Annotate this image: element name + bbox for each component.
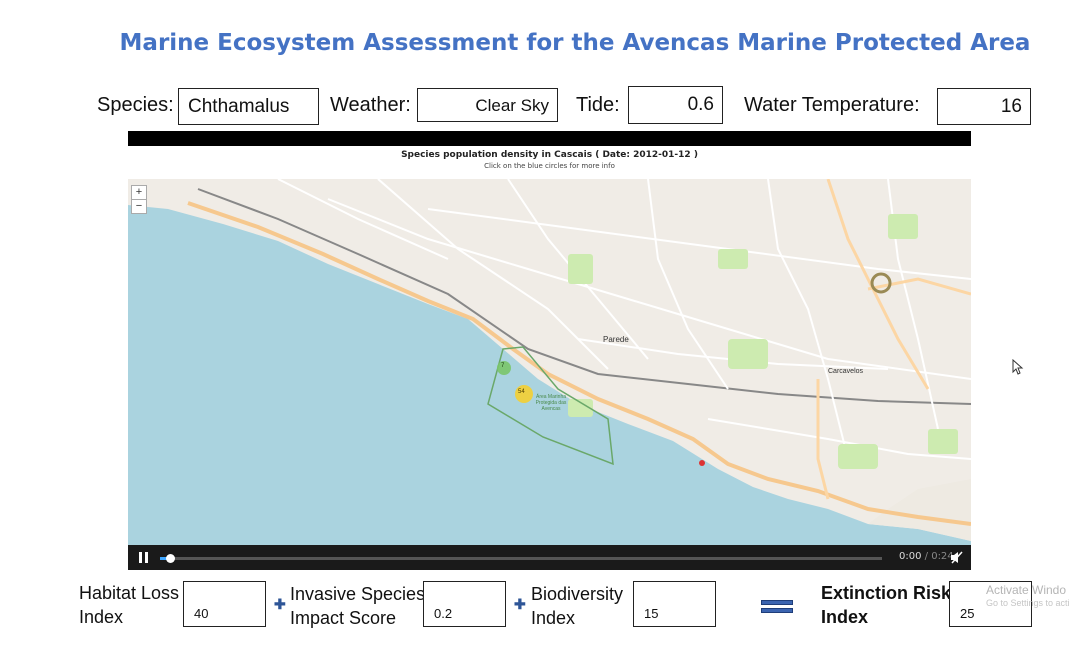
invasive-label-line2: Impact Score (290, 608, 397, 628)
poi-marker (699, 460, 705, 466)
species-field[interactable]: Chthamalus (178, 88, 319, 125)
water-temperature-field[interactable]: 16 (937, 88, 1031, 125)
biodiversity-label-line2: Index (531, 608, 576, 628)
tide-field[interactable]: 0.6 (628, 86, 723, 124)
water-temperature-label: Water Temperature: (744, 94, 920, 116)
extinction-label-line1: Extinction Risk (821, 583, 952, 603)
video-controls: 0:00 / 0:24 (128, 545, 971, 570)
habitat-loss-field[interactable]: 40 (183, 581, 266, 627)
mouse-cursor-icon (1012, 359, 1024, 375)
plus-icon: ✚ (274, 596, 286, 612)
species-label: Species: (97, 94, 174, 116)
extinction-label-line2: Index (821, 607, 869, 627)
time-display: 0:00 / 0:24 (899, 551, 954, 562)
chart-subtitle: Click on the blue circles for more info (484, 162, 615, 170)
biodiversity-label-line1: Biodiversity (531, 584, 624, 604)
progress-knob[interactable] (166, 554, 175, 563)
invasive-score-field[interactable]: 0.2 (423, 581, 506, 627)
time-current: 0:00 (899, 551, 922, 562)
map-canvas (128, 179, 971, 545)
mute-icon[interactable] (950, 551, 964, 564)
zoom-in-button[interactable]: + (131, 185, 147, 200)
equals-icon (761, 600, 793, 615)
chart-title: Species population density in Cascais ( … (401, 150, 698, 160)
map-label-reserve: Área Marinha Protegida das Avencas (535, 394, 567, 412)
cluster-count-small[interactable]: 7 (501, 363, 504, 369)
weather-label: Weather: (330, 94, 411, 116)
habitat-loss-label-line2: Index (79, 607, 124, 627)
biodiversity-field[interactable]: 15 (633, 581, 716, 627)
invasive-label-line1: Invasive Species (290, 584, 426, 604)
pause-icon[interactable] (139, 552, 149, 563)
video-player[interactable]: Species population density in Cascais ( … (128, 131, 971, 570)
map-label-parede: Parede (603, 335, 629, 344)
plus-icon: ✚ (514, 596, 526, 612)
tide-label: Tide: (576, 94, 620, 116)
cluster-count-large[interactable]: 54 (518, 389, 525, 395)
page-title: Marine Ecosystem Assessment for the Aven… (119, 30, 1031, 56)
map-label-carcavelos: Carcavelos (828, 368, 864, 375)
map-view[interactable]: + − Parede Carcavelos Área Marinha Prote… (128, 179, 971, 545)
activation-watermark-line1: Activate Windo (986, 583, 1067, 597)
video-top-bar (128, 131, 971, 146)
habitat-loss-label-line1: Habitat Loss (79, 583, 180, 603)
activation-watermark-line2: Go to Settings to acti (986, 598, 1070, 608)
zoom-out-button[interactable]: − (131, 199, 147, 214)
chart-header: Species population density in Cascais ( … (128, 146, 971, 179)
progress-track[interactable] (160, 557, 882, 560)
weather-field[interactable]: Clear Sky (417, 88, 558, 122)
